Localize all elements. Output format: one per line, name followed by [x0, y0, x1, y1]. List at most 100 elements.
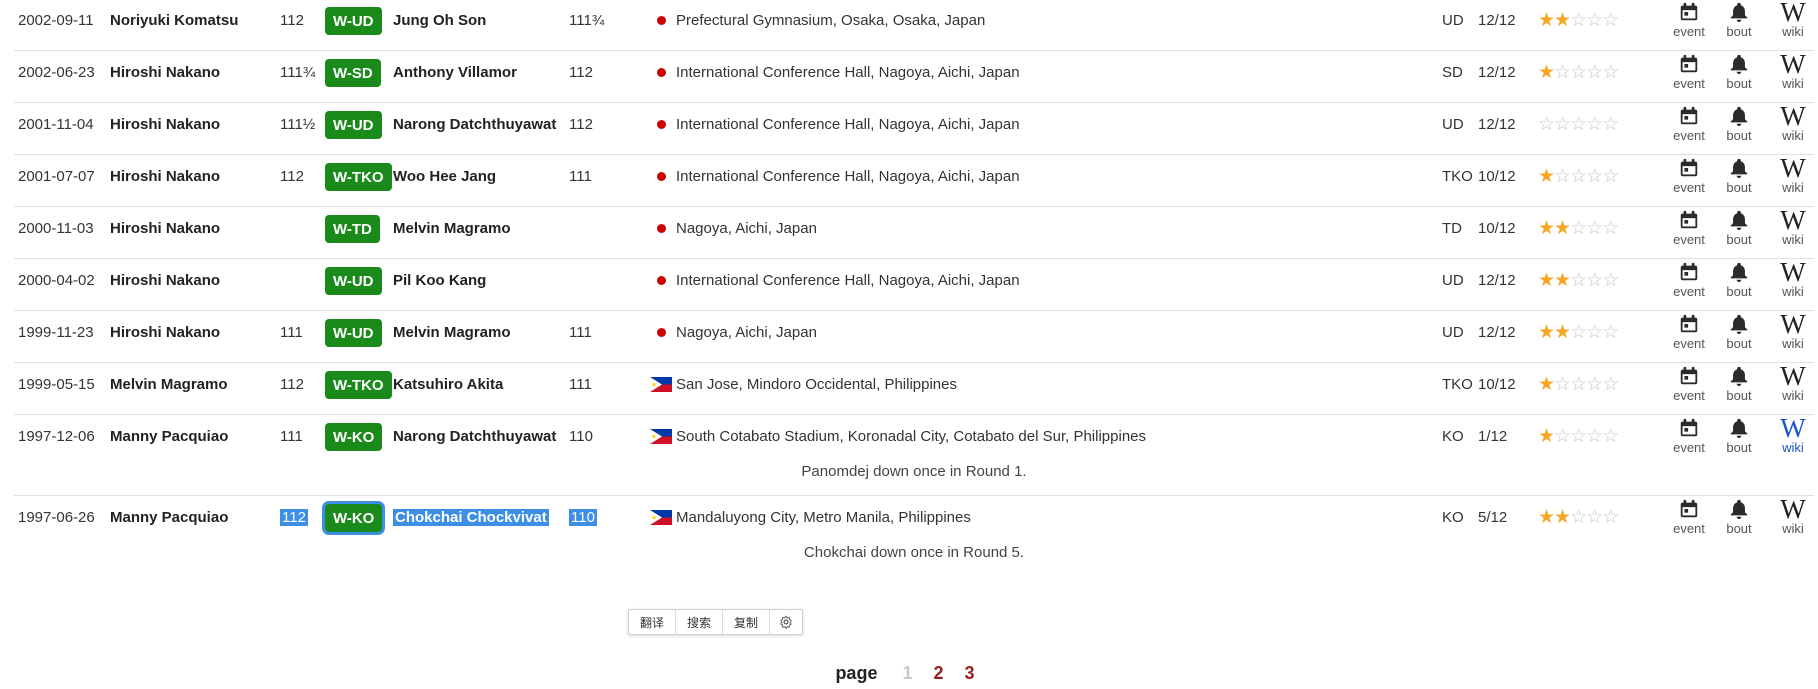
bout-link[interactable]: bout	[1714, 207, 1764, 253]
rating-stars[interactable]: ☆ ☆ ☆ ☆ ☆	[1538, 103, 1619, 145]
rating-stars[interactable]: ★ ☆ ☆ ☆ ☆	[1538, 155, 1619, 197]
bout-link[interactable]: bout	[1714, 311, 1764, 357]
event-link[interactable]: event	[1664, 155, 1714, 201]
event-link[interactable]: event	[1664, 363, 1714, 409]
star-filled-icon: ★	[1554, 217, 1571, 239]
opponent-name[interactable]: Katsuhiro Akita	[393, 363, 503, 405]
fighter-name[interactable]: Hiroshi Nakano	[110, 103, 220, 145]
rating-stars[interactable]: ★ ★ ☆ ☆ ☆	[1538, 311, 1619, 353]
japan-flag-icon	[656, 275, 666, 285]
event-link[interactable]: event	[1664, 496, 1714, 542]
event-link[interactable]: event	[1664, 259, 1714, 305]
fighter-name[interactable]: Noriyuki Komatsu	[110, 0, 238, 41]
event-link[interactable]: event	[1664, 51, 1714, 97]
rating-stars[interactable]: ★ ★ ☆ ☆ ☆	[1538, 0, 1619, 41]
event-link[interactable]: event	[1664, 207, 1714, 253]
venue[interactable]: South Cotabato Stadium, Koronadal City, …	[676, 415, 1146, 457]
wiki-link[interactable]: Wwiki	[1768, 311, 1818, 357]
fighter-name[interactable]: Melvin Magramo	[110, 363, 228, 405]
bout-link[interactable]: bout	[1714, 51, 1764, 97]
event-link[interactable]: event	[1664, 103, 1714, 149]
venue[interactable]: Mandaluyong City, Metro Manila, Philippi…	[676, 496, 971, 538]
rating-stars[interactable]: ★ ★ ☆ ☆ ☆	[1538, 496, 1619, 538]
bout-link[interactable]: bout	[1714, 155, 1764, 201]
wiki-link[interactable]: Wwiki	[1768, 363, 1818, 409]
star-empty-icon: ☆	[1586, 506, 1603, 528]
fighter-name[interactable]: Manny Pacquiao	[110, 415, 228, 457]
venue[interactable]: International Conference Hall, Nagoya, A…	[676, 51, 1020, 93]
venue[interactable]: Nagoya, Aichi, Japan	[676, 311, 817, 353]
wiki-link[interactable]: Wwiki	[1768, 259, 1818, 305]
copy-button[interactable]: 复制	[723, 610, 770, 634]
opponent-weight-value: 112	[569, 115, 593, 133]
fighter-name[interactable]: Hiroshi Nakano	[110, 311, 220, 353]
japan-flag-icon	[656, 171, 666, 181]
page-2-link[interactable]: 2	[934, 663, 944, 683]
wiki-link[interactable]: Wwiki	[1768, 51, 1818, 97]
table-row: 2001-11-04 Hiroshi Nakano 111½ W-UD Narong D…	[14, 103, 1814, 155]
event-link[interactable]: event	[1664, 415, 1714, 461]
wiki-link[interactable]: Wwiki	[1768, 415, 1818, 461]
rating-stars[interactable]: ★ ★ ☆ ☆ ☆	[1538, 207, 1619, 249]
settings-button[interactable]	[770, 610, 802, 634]
result-badge: W-UD	[325, 319, 382, 347]
fighter-weight-value: 111½	[280, 115, 316, 133]
wiki-link[interactable]: Wwiki	[1768, 207, 1818, 253]
fighter-name[interactable]: Manny Pacquiao	[110, 496, 228, 538]
venue[interactable]: Nagoya, Aichi, Japan	[676, 207, 817, 249]
venue[interactable]: International Conference Hall, Nagoya, A…	[676, 103, 1020, 145]
opponent-name[interactable]: Chokchai Chockvivat	[393, 496, 549, 538]
bout-link[interactable]: bout	[1714, 259, 1764, 305]
event-link[interactable]: event	[1664, 311, 1714, 357]
table-row: 2000-04-02 Hiroshi Nakano W-UD Pil Koo Kang…	[14, 259, 1814, 311]
rating-stars[interactable]: ★ ☆ ☆ ☆ ☆	[1538, 415, 1619, 457]
calendar-icon	[1680, 366, 1698, 385]
star-empty-icon: ☆	[1602, 217, 1619, 239]
opponent-name[interactable]: Pil Koo Kang	[393, 259, 486, 301]
event-label: event	[1673, 388, 1705, 403]
search-button[interactable]: 搜索	[676, 610, 723, 634]
bout-link[interactable]: bout	[1714, 415, 1764, 461]
star-empty-icon: ☆	[1602, 61, 1619, 83]
wiki-link[interactable]: Wwiki	[1768, 103, 1818, 149]
venue[interactable]: Prefectural Gymnasium, Osaka, Osaka, Jap…	[676, 0, 985, 41]
page-3-link[interactable]: 3	[965, 663, 975, 683]
bout-link[interactable]: bout	[1714, 363, 1764, 409]
decision-method: TKO	[1442, 375, 1473, 393]
event-label: event	[1673, 180, 1705, 195]
rounds: 5/12	[1478, 508, 1508, 526]
wiki-link[interactable]: Wwiki	[1768, 155, 1818, 201]
venue[interactable]: San Jose, Mindoro Occidental, Philippine…	[676, 363, 957, 405]
opponent-name[interactable]: Narong Datchthuyawat	[393, 415, 556, 457]
opponent-name[interactable]: Woo Hee Jang	[393, 155, 496, 197]
venue[interactable]: International Conference Hall, Nagoya, A…	[676, 259, 1020, 301]
bout-link[interactable]: bout	[1714, 0, 1764, 45]
bout-link[interactable]: bout	[1714, 496, 1764, 542]
venue[interactable]: International Conference Hall, Nagoya, A…	[676, 155, 1020, 197]
wiki-link[interactable]: Wwiki	[1768, 0, 1818, 45]
star-empty-icon: ☆	[1586, 217, 1603, 239]
opponent-name[interactable]: Melvin Magramo	[393, 311, 511, 353]
star-filled-icon: ★	[1538, 269, 1555, 291]
fighter-name[interactable]: Hiroshi Nakano	[110, 259, 220, 301]
fighter-name[interactable]: Hiroshi Nakano	[110, 207, 220, 249]
bout-date: 1997-06-26	[18, 508, 95, 526]
fighter-name[interactable]: Hiroshi Nakano	[110, 155, 220, 197]
rating-stars[interactable]: ★ ☆ ☆ ☆ ☆	[1538, 51, 1619, 93]
opponent-name[interactable]: Narong Datchthuyawat	[393, 103, 556, 145]
translate-button[interactable]: 翻译	[629, 610, 676, 634]
opponent-name[interactable]: Jung Oh Son	[393, 0, 486, 41]
bout-link[interactable]: bout	[1714, 103, 1764, 149]
fighter-name[interactable]: Hiroshi Nakano	[110, 51, 220, 93]
bout-date: 1997-12-06	[18, 427, 95, 445]
rating-stars[interactable]: ★ ★ ☆ ☆ ☆	[1538, 259, 1619, 301]
event-link[interactable]: event	[1664, 0, 1714, 45]
opponent-name[interactable]: Melvin Magramo	[393, 207, 511, 249]
wiki-link[interactable]: Wwiki	[1768, 496, 1818, 542]
rating-stars[interactable]: ★ ☆ ☆ ☆ ☆	[1538, 363, 1619, 405]
opponent-weight: 111	[569, 155, 592, 197]
calendar-icon	[1680, 499, 1698, 518]
wiki-label: wiki	[1782, 336, 1804, 351]
opponent-name[interactable]: Anthony Villamor	[393, 51, 517, 93]
opponent-weight-value: 110	[569, 427, 593, 445]
